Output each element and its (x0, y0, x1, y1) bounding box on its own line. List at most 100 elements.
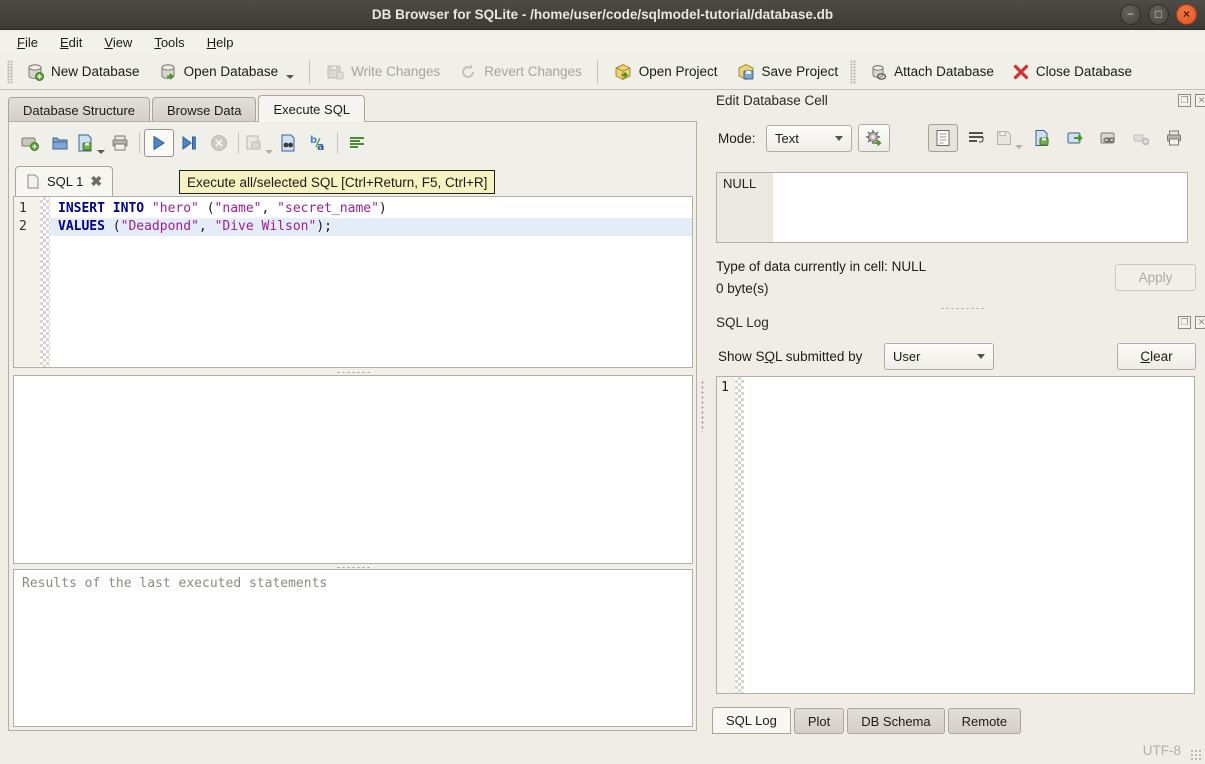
window-controls: − □ × (1120, 4, 1197, 25)
main-tab-bar: Database Structure Browse Data Execute S… (8, 95, 367, 122)
write-changes-icon (325, 62, 345, 82)
gear-arrow-icon (864, 128, 884, 148)
print-cell-button[interactable] (1159, 124, 1189, 152)
open-project-label: Open Project (639, 64, 718, 79)
close-dock-icon[interactable]: ✕ (1195, 94, 1205, 107)
title-bar[interactable]: DB Browser for SQLite - /home/user/code/… (0, 0, 1205, 30)
window-title: DB Browser for SQLite - /home/user/code/… (372, 7, 833, 22)
attach-database-label: Attach Database (894, 64, 994, 79)
cell-size-info: 0 byte(s) (716, 281, 769, 296)
save-cell-button (994, 124, 1024, 152)
new-database-button[interactable]: New Database (16, 57, 149, 87)
cell-editor[interactable]: NULL (716, 172, 1188, 243)
open-sql-file-button[interactable] (45, 129, 75, 157)
open-database-button[interactable]: Open Database (149, 57, 304, 87)
word-wrap-icon (967, 129, 985, 147)
toolbar-grip[interactable] (850, 60, 856, 84)
toolbar-grip[interactable] (7, 60, 13, 84)
tab-execute-sql[interactable]: Execute SQL (258, 95, 365, 122)
menu-edit[interactable]: Edit (49, 32, 93, 53)
close-dock-icon[interactable]: ✕ (1195, 316, 1205, 329)
open-project-icon (613, 62, 633, 82)
minimize-button[interactable]: − (1120, 4, 1141, 25)
auto-mode-button[interactable] (858, 124, 890, 152)
new-tab-icon (20, 133, 40, 153)
print-button[interactable] (105, 129, 135, 157)
sql-document-tab[interactable]: SQL 1 ✖ (15, 166, 113, 196)
save-sql-file-button[interactable] (75, 129, 105, 157)
log-filter-select[interactable]: User (884, 343, 994, 370)
dock-splitter-handle[interactable] (940, 307, 984, 310)
status-bar: UTF-8 (0, 736, 1205, 764)
toolbar-separator (597, 60, 598, 84)
open-database-icon (158, 62, 178, 82)
edit-cell-title: Edit Database Cell (716, 93, 828, 108)
open-in-browser-button[interactable] (1093, 124, 1123, 152)
attach-database-icon (868, 62, 888, 82)
execute-line-button[interactable] (174, 129, 204, 157)
close-button[interactable]: × (1176, 4, 1197, 25)
toolbar-separator (337, 132, 338, 154)
tab-plot[interactable]: Plot (794, 708, 844, 734)
line-number: 1 (19, 200, 40, 218)
folding-margin (40, 197, 50, 367)
close-database-button[interactable]: Close Database (1003, 58, 1141, 86)
write-changes-button: Write Changes (316, 57, 449, 87)
stop-icon (210, 134, 228, 152)
sql-tab-label: SQL 1 (47, 174, 83, 189)
tab-browse-data[interactable]: Browse Data (152, 97, 256, 122)
find-button[interactable] (273, 129, 303, 157)
float-dock-icon[interactable]: ❐ (1178, 94, 1191, 107)
word-wrap-button[interactable] (342, 129, 372, 157)
mode-select[interactable]: Text (766, 125, 852, 152)
sql-log-view[interactable]: 1 (716, 376, 1195, 694)
results-grid-pane[interactable] (13, 375, 693, 564)
maximize-button[interactable]: □ (1148, 4, 1169, 25)
open-database-dropdown-caret[interactable] (286, 75, 294, 79)
revert-changes-icon (458, 62, 478, 82)
main-splitter-handle[interactable] (700, 380, 705, 432)
printer-icon (1165, 129, 1183, 147)
export-icon (1066, 129, 1084, 147)
menu-help[interactable]: Help (196, 32, 245, 53)
close-tab-icon[interactable]: ✖ (90, 173, 102, 190)
import-cell-button[interactable] (1027, 124, 1057, 152)
menu-view[interactable]: View (93, 32, 143, 53)
write-changes-label: Write Changes (351, 64, 440, 79)
tab-database-structure[interactable]: Database Structure (8, 97, 150, 122)
encoding-indicator[interactable]: UTF-8 (1143, 743, 1181, 758)
tab-sql-log[interactable]: SQL Log (712, 707, 791, 734)
save-sql-dropdown-caret[interactable] (97, 150, 105, 154)
main-toolbar: New Database Open Database Write Changes… (0, 54, 1205, 90)
save-project-button[interactable]: Save Project (727, 57, 848, 87)
sql-editor[interactable]: 1 2 INSERT INTO "hero" ("name", "secret_… (13, 196, 693, 368)
app-window: DB Browser for SQLite - /home/user/code/… (0, 0, 1205, 764)
format-sql-button[interactable]: ba (303, 129, 333, 157)
menu-file[interactable]: File (6, 32, 49, 53)
code-area[interactable]: INSERT INTO "hero" ("name", "secret_name… (50, 200, 692, 236)
new-database-icon (25, 62, 45, 82)
results-message-pane[interactable]: Results of the last executed statements (13, 569, 693, 727)
document-icon (934, 129, 952, 147)
chevron-down-icon (977, 354, 985, 359)
stop-button (204, 129, 234, 157)
execute-all-button[interactable] (144, 129, 174, 157)
save-file-icon (75, 133, 95, 153)
format-sql-icon: ba (308, 133, 328, 153)
open-project-button[interactable]: Open Project (604, 57, 727, 87)
export-cell-button[interactable] (1060, 124, 1090, 152)
code-line-2-current: VALUES ("Deadpond", "Dive Wilson"); (50, 218, 692, 236)
bottom-tab-bar: SQL Log Plot DB Schema Remote (712, 707, 1024, 734)
clear-log-button[interactable]: Clear (1117, 343, 1196, 370)
resize-grip[interactable] (1190, 749, 1202, 761)
menu-tools[interactable]: Tools (143, 32, 195, 53)
open-new-tab-button[interactable] (15, 129, 45, 157)
tab-remote[interactable]: Remote (948, 708, 1022, 734)
attach-database-button[interactable]: Attach Database (859, 57, 1003, 87)
tab-db-schema[interactable]: DB Schema (847, 708, 944, 734)
word-wrap-button[interactable] (961, 124, 991, 152)
float-dock-icon[interactable]: ❐ (1178, 316, 1191, 329)
text-document-button[interactable] (928, 124, 958, 152)
sql-log-dock-buttons: ❐ ✕ (1178, 316, 1205, 329)
document-icon (26, 174, 40, 189)
